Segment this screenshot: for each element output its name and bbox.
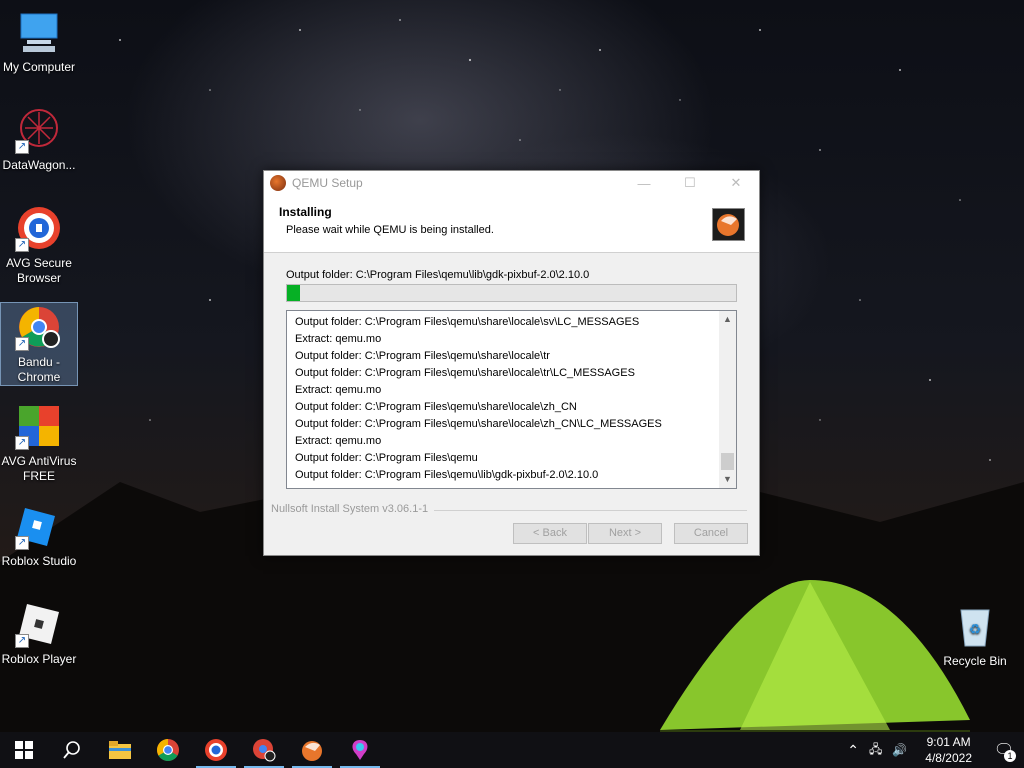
dialog-header: Installing Please wait while QEMU is bei… — [264, 195, 759, 253]
roblox-player-icon: ↗ — [15, 600, 63, 648]
system-tray: ⌃ 🖧 🔊 9:01 AM 4/8/2022 🗨 1 — [841, 732, 1024, 768]
shortcut-arrow-icon: ↗ — [15, 140, 29, 154]
search-button[interactable] — [48, 732, 96, 768]
nsis-branding: Nullsoft Install System v3.06.1-1 — [271, 503, 429, 515]
clock-date: 4/8/2022 — [925, 751, 972, 765]
shortcut-arrow-icon: ↗ — [15, 337, 29, 351]
desktop-icon-recycle-bin[interactable]: ♻ Recycle Bin — [936, 602, 1014, 669]
start-button[interactable] — [0, 732, 48, 768]
paint-icon — [352, 740, 368, 760]
log-scrollbar[interactable]: ▲ ▼ — [719, 311, 736, 488]
roblox-studio-icon: ↗ — [15, 502, 63, 550]
avg-antivirus-icon: ↗ — [15, 402, 63, 450]
avg-browser-icon: ↗ — [15, 204, 63, 252]
desktop-icon-label: AVG Secure Browser — [6, 256, 72, 285]
bandu-chrome-icon — [253, 739, 276, 762]
shortcut-arrow-icon: ↗ — [15, 634, 29, 648]
search-icon — [63, 741, 80, 759]
log-line: Output folder: C:\Program Files\qemu\sha… — [295, 401, 577, 413]
desktop-icon-bandu-chrome[interactable]: ↗ Bandu - Chrome — [0, 302, 78, 386]
taskbar-bandu-chrome[interactable] — [240, 732, 288, 768]
scroll-up-icon[interactable]: ▲ — [719, 311, 736, 328]
desktop-icon-datawagon[interactable]: ↗ DataWagon... — [0, 106, 78, 173]
desktop-icon-avg-antivirus[interactable]: ↗ AVG AntiVirus FREE — [0, 402, 78, 484]
log-line: Output folder: C:\Program Files\qemu\sha… — [295, 316, 640, 328]
taskbar: ⌃ 🖧 🔊 9:01 AM 4/8/2022 🗨 1 — [0, 732, 1024, 768]
tent-illustration — [660, 580, 970, 740]
taskbar-file-explorer[interactable] — [96, 732, 144, 768]
qemu-setup-dialog: QEMU Setup — ☐ ✕ Installing Please wait … — [263, 170, 760, 556]
minimize-button[interactable]: — — [621, 176, 667, 191]
datawagon-icon: ↗ — [15, 106, 63, 154]
start-icon — [15, 741, 33, 759]
desktop-icon-my-computer[interactable]: My Computer — [0, 8, 78, 75]
desktop-icon-roblox-player[interactable]: ↗ Roblox Player — [0, 600, 78, 667]
log-line: Output folder: C:\Program Files\qemu\sha… — [295, 350, 550, 362]
network-icon[interactable]: 🖧 — [865, 740, 886, 761]
taskbar-avg-browser[interactable] — [192, 732, 240, 768]
install-progress-bar — [286, 284, 737, 302]
next-button[interactable]: Next > — [588, 523, 662, 544]
taskbar-qemu[interactable] — [288, 732, 336, 768]
log-line: Extract: qemu.mo — [295, 435, 382, 447]
desktop-icon-roblox-studio[interactable]: ↗ Roblox Studio — [0, 502, 78, 569]
volume-icon[interactable]: 🔊 — [886, 743, 913, 757]
desktop-icon-label: DataWagon... — [2, 158, 76, 172]
dialog-titlebar[interactable]: QEMU Setup — ☐ ✕ — [264, 171, 759, 195]
page-subtitle: Please wait while QEMU is being installe… — [286, 224, 494, 236]
scroll-down-icon[interactable]: ▼ — [719, 471, 736, 488]
scroll-thumb[interactable] — [721, 453, 734, 470]
desktop-icon-avg-secure-browser[interactable]: ↗ AVG Secure Browser — [0, 204, 78, 286]
notification-badge: 1 — [1004, 750, 1016, 762]
divider — [434, 510, 747, 511]
desktop-icon-label: Roblox Studio — [1, 554, 77, 568]
desktop-icon-label: My Computer — [2, 60, 76, 74]
avg-browser-icon — [205, 739, 227, 761]
current-output-label: Output folder: C:\Program Files\qemu\lib… — [286, 269, 590, 281]
taskbar-chrome[interactable] — [144, 732, 192, 768]
desktop-icon-label: Roblox Player — [1, 652, 77, 666]
log-line: Output folder: C:\Program Files\qemu\sha… — [295, 367, 635, 379]
maximize-button[interactable]: ☐ — [667, 175, 713, 191]
chrome-icon — [157, 739, 179, 761]
shortcut-arrow-icon: ↗ — [15, 436, 29, 450]
computer-icon — [15, 8, 63, 56]
install-log-list[interactable]: Output folder: C:\Program Files\qemu\sha… — [286, 310, 737, 489]
desktop-icon-label: Recycle Bin — [943, 654, 1007, 668]
clock-time: 9:01 AM — [926, 735, 971, 749]
notification-button[interactable]: 🗨 1 — [984, 732, 1024, 768]
log-line: Output folder: C:\Program Files\qemu\lib… — [295, 469, 599, 481]
log-line: Extract: qemu.mo — [295, 333, 382, 345]
log-line: Extract: qemu.mo — [295, 384, 382, 396]
page-title: Installing — [279, 205, 332, 219]
svg-text:♻: ♻ — [969, 621, 982, 637]
progress-fill — [287, 285, 301, 301]
qemu-logo-icon — [712, 208, 745, 241]
taskbar-paint[interactable] — [336, 732, 384, 768]
qemu-icon — [270, 175, 286, 191]
chrome-icon: ↗ — [15, 303, 63, 351]
log-line: Output folder: C:\Program Files\qemu — [295, 452, 478, 464]
dialog-title: QEMU Setup — [292, 176, 363, 190]
shortcut-arrow-icon: ↗ — [15, 536, 29, 550]
cancel-button[interactable]: Cancel — [674, 523, 748, 544]
desktop-icon-label: Bandu - Chrome — [17, 355, 61, 384]
chevron-up-icon[interactable]: ⌃ — [841, 742, 865, 759]
back-button[interactable]: < Back — [513, 523, 587, 544]
log-line: Output folder: C:\Program Files\qemu\sha… — [295, 418, 662, 430]
desktop-icon-label: AVG AntiVirus FREE — [1, 454, 77, 483]
close-button[interactable]: ✕ — [713, 175, 759, 191]
qemu-icon — [302, 741, 322, 761]
file-explorer-icon — [109, 741, 131, 759]
shortcut-arrow-icon: ↗ — [15, 238, 29, 252]
clock[interactable]: 9:01 AM 4/8/2022 — [913, 734, 984, 766]
recycle-bin-icon: ♻ — [951, 602, 999, 650]
